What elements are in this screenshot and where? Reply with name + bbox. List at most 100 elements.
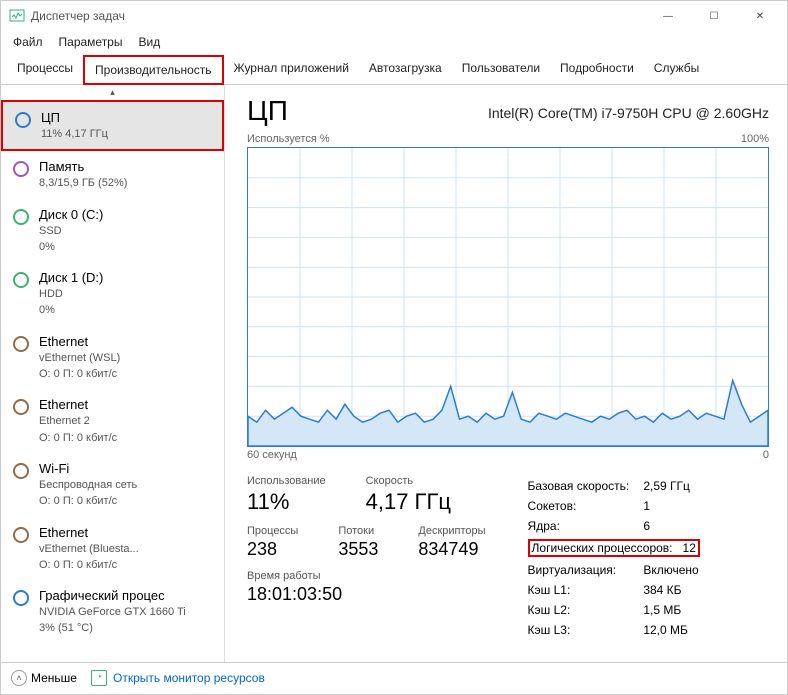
sidebar-cpu-label: ЦП xyxy=(41,110,108,125)
handles-value: 834749 xyxy=(418,539,485,560)
speed-label: Скорость xyxy=(366,475,451,487)
handles-label: Дескрипторы xyxy=(418,525,485,537)
less-label: Меньше xyxy=(31,671,77,685)
tab-services[interactable]: Службы xyxy=(644,55,709,84)
cpu-model: Intel(R) Core(TM) i7-9750H CPU @ 2.60GHz xyxy=(488,105,769,121)
sidebar-item-cpu[interactable]: ЦП 11% 4,17 ГГц xyxy=(1,100,224,151)
sidebar-gpu-label: Графический процес xyxy=(39,588,186,603)
sidebar-wifi-label: Wi-Fi xyxy=(39,461,137,476)
wifi-ring-icon xyxy=(13,463,29,479)
sockets-value: 1 xyxy=(643,497,710,515)
sockets-label: Сокетов: xyxy=(528,497,642,515)
logical-highlight: Логических процессоров: 12 xyxy=(528,539,700,557)
less-button[interactable]: ˄ Меньше xyxy=(11,670,77,686)
sidebar-wifi-sub1: Беспроводная сеть xyxy=(39,478,137,492)
sidebar-eth1-sub1: vEthernet (WSL) xyxy=(39,351,120,365)
threads-value: 3553 xyxy=(338,539,378,560)
sidebar-eth2-sub2: О: 0 П: 0 кбит/с xyxy=(39,431,117,445)
sidebar-disk0-sub2: 0% xyxy=(39,240,103,254)
sidebar-memory-label: Память xyxy=(39,159,127,174)
logical-value: 12 xyxy=(683,541,696,555)
chart-bottom-left-label: 60 секунд xyxy=(247,449,297,461)
sidebar-eth1-label: Ethernet xyxy=(39,334,120,349)
sidebar-disk1-sub2: 0% xyxy=(39,303,103,317)
sidebar: ▴ ЦП 11% 4,17 ГГц Память 8,3/15,9 ГБ (52… xyxy=(1,85,225,662)
maximize-button[interactable]: ☐ xyxy=(691,1,737,31)
scroll-up-icon[interactable]: ▴ xyxy=(1,85,224,100)
l1-label: Кэш L1: xyxy=(528,581,642,599)
usage-label: Использование xyxy=(247,475,326,487)
menu-file[interactable]: Файл xyxy=(13,35,43,49)
sidebar-item-eth1[interactable]: Ethernet vEthernet (WSL) О: 0 П: 0 кбит/… xyxy=(1,326,224,390)
tab-details[interactable]: Подробности xyxy=(550,55,644,84)
uptime-label: Время работы xyxy=(247,570,486,582)
sidebar-disk0-sub1: SSD xyxy=(39,224,103,238)
sidebar-gpu-sub2: 3% (51 °C) xyxy=(39,621,186,635)
logical-label: Логических процессоров: xyxy=(532,541,673,555)
virt-label: Виртуализация: xyxy=(528,561,642,579)
tab-users[interactable]: Пользователи xyxy=(452,55,550,84)
open-resource-monitor[interactable]: ◔ Открыть монитор ресурсов xyxy=(91,670,265,686)
sidebar-item-memory[interactable]: Память 8,3/15,9 ГБ (52%) xyxy=(1,151,224,198)
eth3-ring-icon xyxy=(13,527,29,543)
page-title: ЦП xyxy=(247,95,288,127)
titlebar: Диспетчер задач — ☐ ✕ xyxy=(1,1,787,31)
sidebar-eth3-label: Ethernet xyxy=(39,525,139,540)
spec-table: Базовая скорость:2,59 ГГц Сокетов:1 Ядра… xyxy=(526,475,712,641)
virt-value: Включено xyxy=(643,561,710,579)
sidebar-eth1-sub2: О: 0 П: 0 кбит/с xyxy=(39,367,120,381)
l1-value: 384 КБ xyxy=(643,581,710,599)
sidebar-disk1-label: Диск 1 (D:) xyxy=(39,270,103,285)
l3-value: 12,0 МБ xyxy=(643,621,710,639)
l3-label: Кэш L3: xyxy=(528,621,642,639)
disk1-ring-icon xyxy=(13,272,29,288)
sidebar-eth3-sub1: vEthernet (Bluesta... xyxy=(39,542,139,556)
tab-startup[interactable]: Автозагрузка xyxy=(359,55,452,84)
content: ЦП Intel(R) Core(TM) i7-9750H CPU @ 2.60… xyxy=(225,85,787,662)
sidebar-item-disk1[interactable]: Диск 1 (D:) HDD 0% xyxy=(1,262,224,326)
minimize-button[interactable]: — xyxy=(645,1,691,31)
chevron-up-icon: ˄ xyxy=(11,670,27,686)
cores-label: Ядра: xyxy=(528,517,642,535)
sidebar-eth2-label: Ethernet xyxy=(39,397,117,412)
sidebar-eth3-sub2: О: 0 П: 0 кбит/с xyxy=(39,558,139,572)
footer: ˄ Меньше ◔ Открыть монитор ресурсов xyxy=(1,662,787,692)
menu-view[interactable]: Вид xyxy=(138,35,160,49)
sidebar-item-eth2[interactable]: Ethernet Ethernet 2 О: 0 П: 0 кбит/с xyxy=(1,389,224,453)
processes-label: Процессы xyxy=(247,525,298,537)
menu-options[interactable]: Параметры xyxy=(59,35,123,49)
tab-performance[interactable]: Производительность xyxy=(83,55,223,85)
sidebar-item-disk0[interactable]: Диск 0 (C:) SSD 0% xyxy=(1,199,224,263)
sidebar-item-wifi[interactable]: Wi-Fi Беспроводная сеть О: 0 П: 0 кбит/с xyxy=(1,453,224,517)
eth2-ring-icon xyxy=(13,399,29,415)
l2-value: 1,5 МБ xyxy=(643,601,710,619)
speed-value: 4,17 ГГц xyxy=(366,489,451,515)
monitor-icon: ◔ xyxy=(91,670,107,686)
eth1-ring-icon xyxy=(13,336,29,352)
sidebar-item-gpu[interactable]: Графический процес NVIDIA GeForce GTX 16… xyxy=(1,580,224,644)
base-label: Базовая скорость: xyxy=(528,477,642,495)
uptime-value: 18:01:03:50 xyxy=(247,584,486,605)
close-button[interactable]: ✕ xyxy=(737,1,783,31)
tab-apphistory[interactable]: Журнал приложений xyxy=(224,55,359,84)
chart-top-left-label: Используется % xyxy=(247,133,330,145)
sidebar-wifi-sub2: О: 0 П: 0 кбит/с xyxy=(39,494,137,508)
disk0-ring-icon xyxy=(13,209,29,225)
tab-processes[interactable]: Процессы xyxy=(7,55,83,84)
sidebar-gpu-sub1: NVIDIA GeForce GTX 1660 Ti xyxy=(39,605,186,619)
tabs: Процессы Производительность Журнал прило… xyxy=(1,55,787,85)
sidebar-disk0-label: Диск 0 (C:) xyxy=(39,207,103,222)
sidebar-eth2-sub1: Ethernet 2 xyxy=(39,414,117,428)
sidebar-cpu-sub: 11% 4,17 ГГц xyxy=(41,127,108,141)
processes-value: 238 xyxy=(247,539,298,560)
sidebar-item-eth3[interactable]: Ethernet vEthernet (Bluesta... О: 0 П: 0… xyxy=(1,517,224,581)
threads-label: Потоки xyxy=(338,525,378,537)
base-value: 2,59 ГГц xyxy=(643,477,710,495)
chart-bottom-right-label: 0 xyxy=(763,449,769,461)
monitor-label: Открыть монитор ресурсов xyxy=(113,671,265,685)
memory-ring-icon xyxy=(13,161,29,177)
cores-value: 6 xyxy=(643,517,710,535)
window-title: Диспетчер задач xyxy=(31,9,125,23)
cpu-chart xyxy=(247,147,769,447)
sidebar-memory-sub: 8,3/15,9 ГБ (52%) xyxy=(39,176,127,190)
